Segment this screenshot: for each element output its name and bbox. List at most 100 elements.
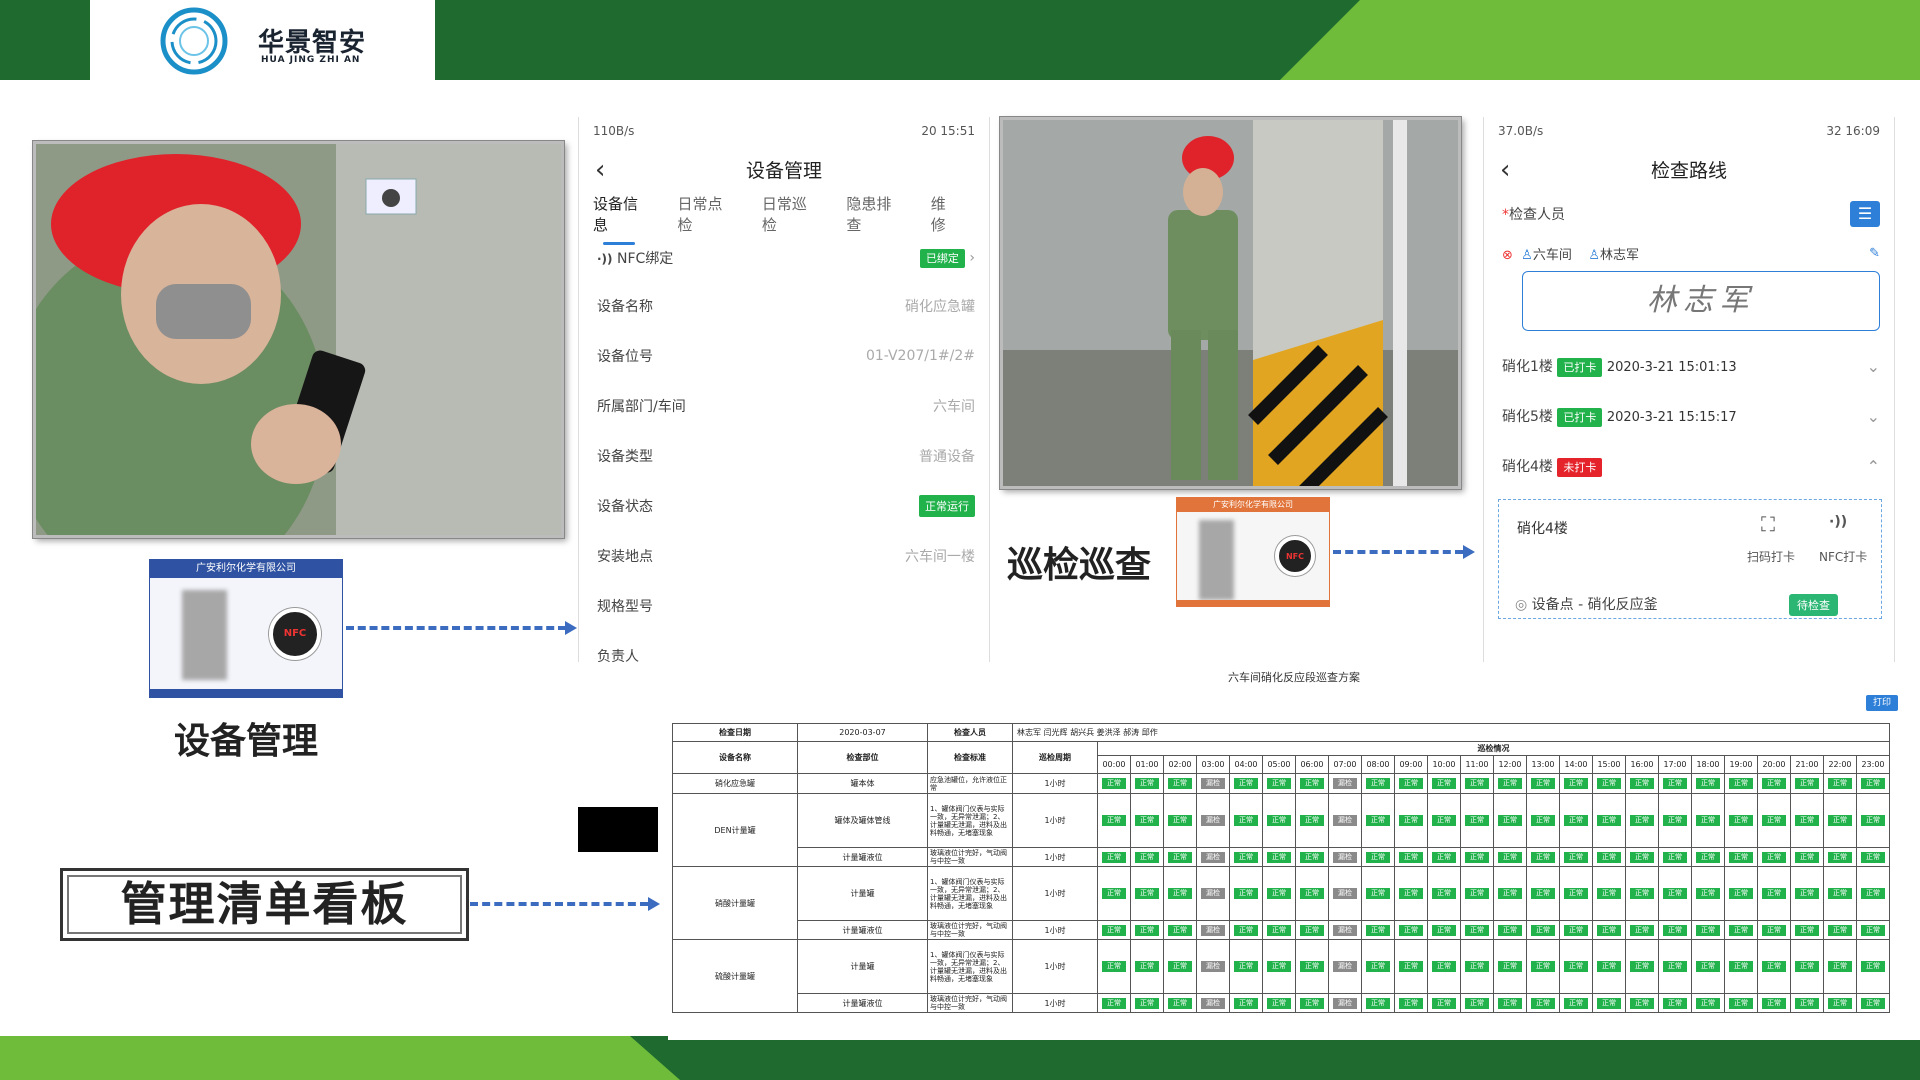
back-icon[interactable]: ‹ <box>1500 155 1510 185</box>
ok-badge: 正常 <box>1267 997 1291 1009</box>
ok-badge: 正常 <box>1465 888 1489 899</box>
remove-icon[interactable]: ⊗ <box>1502 248 1513 263</box>
ok-badge: 正常 <box>1729 961 1753 972</box>
table-row: 硫酸计量罐 计量罐 1、罐体阀门仪表与实际一致，无异常泄漏；2、计量罐无泄漏，进料及… <box>672 939 1890 1013</box>
ok-badge: 正常 <box>1267 924 1291 936</box>
status-cell: 正常 <box>1559 939 1593 994</box>
ok-badge: 正常 <box>1795 815 1819 826</box>
info-label: 规格型号 <box>597 599 653 615</box>
status-cell: 正常 <box>1229 939 1263 994</box>
status-cell: 正常 <box>1295 793 1329 848</box>
standard-cell: 玻璃液位计完好，气动阀与中控一致 <box>927 993 1013 1013</box>
checkpoint-left: 硝化1楼 已打卡 2020-3-21 15:01:13 <box>1502 356 1737 377</box>
status-cell: 正常 <box>1460 939 1494 994</box>
part-cell: 计量罐液位 <box>797 847 928 867</box>
edit-icon[interactable]: ✎ <box>1869 246 1880 261</box>
hour-header: 06:00 <box>1295 755 1329 774</box>
tab-device-info[interactable]: 设备信息 <box>593 193 645 245</box>
info-value: 六车间一楼 <box>905 549 975 565</box>
status-cell: 正常 <box>1823 920 1857 940</box>
nav-bar: ‹ 检查路线 <box>1484 145 1894 193</box>
chevron-right-icon: › <box>969 250 975 266</box>
patrol-photo <box>1000 117 1461 489</box>
tab-daily-check[interactable]: 日常点检 <box>677 193 729 235</box>
tab-repair[interactable]: 维修 <box>931 193 957 235</box>
ok-badge: 正常 <box>1432 851 1456 863</box>
status-cell: 漏检 <box>1196 847 1230 867</box>
chevron-icon[interactable]: ⌃ <box>1867 457 1880 476</box>
tab-hazard-check[interactable]: 隐患排查 <box>846 193 898 235</box>
status-cell: 正常 <box>1460 793 1494 848</box>
status-cell: 正常 <box>1097 920 1131 940</box>
ok-badge: 正常 <box>1564 778 1588 789</box>
ok-badge: 正常 <box>1465 778 1489 789</box>
status-cell: 正常 <box>1856 920 1890 940</box>
hour-header: 19:00 <box>1724 755 1758 774</box>
nfc-bind-row[interactable]: ·)) NFC绑定 已绑定 › <box>579 235 989 281</box>
ok-badge: 正常 <box>1234 888 1258 899</box>
ok-badge: 正常 <box>1828 778 1852 789</box>
ok-badge: 正常 <box>1498 815 1522 826</box>
ok-badge: 正常 <box>1861 778 1885 789</box>
ok-badge: 正常 <box>1531 778 1555 789</box>
ok-badge: 正常 <box>1102 924 1126 936</box>
status-cell: 正常 <box>1229 866 1263 921</box>
chevron-icon[interactable]: ⌄ <box>1867 407 1880 426</box>
status-cell: 正常 <box>1625 773 1659 794</box>
status-cell: 正常 <box>1790 847 1824 867</box>
ok-badge: 正常 <box>1762 997 1786 1009</box>
info-value: 普通设备 <box>919 449 975 465</box>
hour-header: 16:00 <box>1625 755 1659 774</box>
checkpoint-row[interactable]: 硝化5楼 已打卡 2020-3-21 15:15:17 ⌄ <box>1484 391 1894 441</box>
ok-badge: 正常 <box>1828 924 1852 936</box>
checkpoint-row[interactable]: 硝化1楼 已打卡 2020-3-21 15:01:13 ⌄ <box>1484 341 1894 391</box>
person-name: 林志军 <box>1600 247 1640 263</box>
schedule-table: 检查日期 2020-03-07 检查人员 林志军 闫光辉 胡兴兵 姜洪泽 郝涛 邱作设… <box>672 723 1890 1013</box>
status-cell: 正常 <box>1163 847 1197 867</box>
hour-header: 07:00 <box>1328 755 1362 774</box>
chevron-icon[interactable]: ⌄ <box>1867 357 1880 376</box>
inspector-row: *检查人员 ☰ <box>1484 193 1894 235</box>
hour-header: 01:00 <box>1130 755 1164 774</box>
signature-box[interactable]: 林志军 <box>1522 271 1880 331</box>
missed-badge: 漏检 <box>1333 961 1357 972</box>
nfc-clock-label[interactable]: NFC打卡 <box>1819 548 1867 565</box>
back-icon[interactable]: ‹ <box>595 155 605 185</box>
ok-badge: 正常 <box>1102 961 1126 972</box>
ok-badge: 正常 <box>1828 888 1852 899</box>
card-footer <box>150 689 342 697</box>
scan-label[interactable]: 扫码打卡 <box>1747 548 1795 565</box>
ok-badge: 正常 <box>1729 778 1753 789</box>
list-icon[interactable]: ☰ <box>1850 201 1880 227</box>
ok-badge: 正常 <box>1564 997 1588 1009</box>
device-point-row[interactable]: ◎ 设备点 - 硝化反应釜 <box>1515 594 1658 614</box>
punch-badge: 已打卡 <box>1557 358 1603 377</box>
page-title: 设备管理 <box>745 159 822 182</box>
table-row: 设备名称 检查部位 检查标准 巡检周期 巡检情况 <box>672 741 1890 774</box>
status-cell: 正常 <box>1262 866 1296 921</box>
checkpoint-row[interactable]: 硝化4楼 未打卡 ⌃ <box>1484 441 1894 491</box>
column-header: 检查标准 <box>927 741 1013 774</box>
scan-icon[interactable]: ⛶ <box>1761 512 1775 536</box>
info-row: 设备状态 正常运行 <box>579 481 989 531</box>
ok-badge: 正常 <box>1432 961 1456 972</box>
status-cell: 正常 <box>1592 773 1626 794</box>
inspector-label: 检查人员 <box>927 723 1013 742</box>
status-cell: 正常 <box>1361 993 1395 1013</box>
print-button[interactable]: 打印 <box>1866 695 1898 711</box>
status-cell: 正常 <box>1559 847 1593 867</box>
ok-badge: 正常 <box>1795 961 1819 972</box>
nfc-wave-icon[interactable]: ·)) <box>1829 514 1847 530</box>
status-cell: 漏检 <box>1196 939 1230 994</box>
tab-daily-patrol[interactable]: 日常巡检 <box>762 193 814 235</box>
status-cell: 正常 <box>1493 866 1527 921</box>
status-right: 32 16:09 <box>1826 124 1880 138</box>
punch-time: 2020-3-21 15:15:17 <box>1606 410 1737 425</box>
inspectors-value: 林志军 闫光辉 胡兴兵 姜洪泽 郝涛 邱作 <box>1012 723 1890 742</box>
nav-bar: ‹ 设备管理 <box>579 145 989 193</box>
standard-cell: 1、罐体阀门仪表与实际一致，无异常泄漏；2、计量罐无泄漏，进料及出料畅通，无堵塞… <box>927 793 1013 848</box>
hour-header: 02:00 <box>1163 755 1197 774</box>
status-cell: 正常 <box>1658 993 1692 1013</box>
ok-badge: 正常 <box>1663 997 1687 1009</box>
status-bar: 37.0B/s 32 16:09 <box>1484 117 1894 145</box>
